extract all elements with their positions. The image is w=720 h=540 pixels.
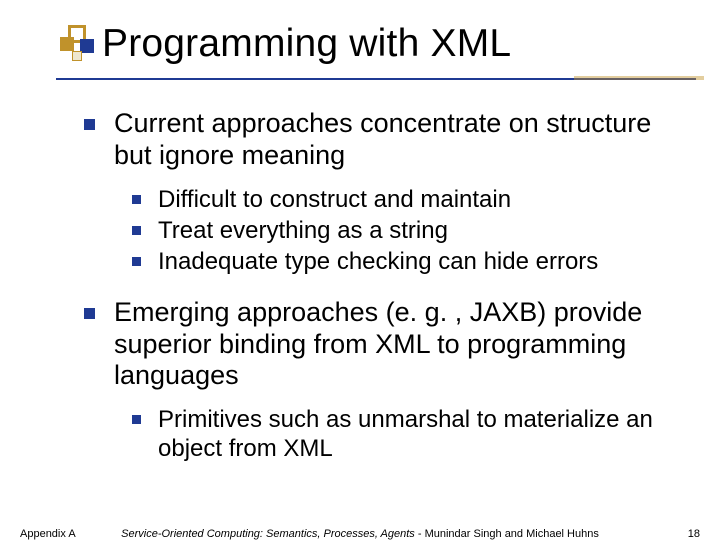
sub-list: Primitives such as unmarshal to material… xyxy=(132,406,692,463)
list-item: Treat everything as a string xyxy=(132,217,692,245)
list-item: Current approaches concentrate on struct… xyxy=(84,108,692,277)
slide-body: Current approaches concentrate on struct… xyxy=(84,108,692,463)
list-item: Primitives such as unmarshal to material… xyxy=(132,406,692,463)
bullet-text: Difficult to construct and maintain xyxy=(158,186,511,213)
footer-center-rest: - Munindar Singh and Michael Huhns xyxy=(415,528,599,540)
footer-center-italic: Service-Oriented Computing: Semantics, P… xyxy=(121,528,415,540)
sub-list: Difficult to construct and maintain Trea… xyxy=(132,186,692,277)
list-item: Inadequate type checking can hide errors xyxy=(132,248,692,276)
list-item: Emerging approaches (e. g. , JAXB) provi… xyxy=(84,297,692,463)
title-underline xyxy=(56,72,696,80)
bullet-list: Current approaches concentrate on struct… xyxy=(84,108,692,463)
bullet-text: Current approaches concentrate on struct… xyxy=(114,108,651,170)
slide: Programming with XML Current approaches … xyxy=(0,0,720,540)
bullet-text: Emerging approaches (e. g. , JAXB) provi… xyxy=(114,297,642,391)
title-area: Programming with XML xyxy=(102,22,692,80)
title-decoration-icon xyxy=(60,25,110,75)
footer-page-number: 18 xyxy=(688,528,700,540)
bullet-text: Treat everything as a string xyxy=(158,217,448,244)
footer-center: Service-Oriented Computing: Semantics, P… xyxy=(0,528,720,540)
slide-title: Programming with XML xyxy=(102,22,692,66)
bullet-text: Primitives such as unmarshal to material… xyxy=(158,406,653,461)
list-item: Difficult to construct and maintain xyxy=(132,186,692,214)
bullet-text: Inadequate type checking can hide errors xyxy=(158,248,598,275)
